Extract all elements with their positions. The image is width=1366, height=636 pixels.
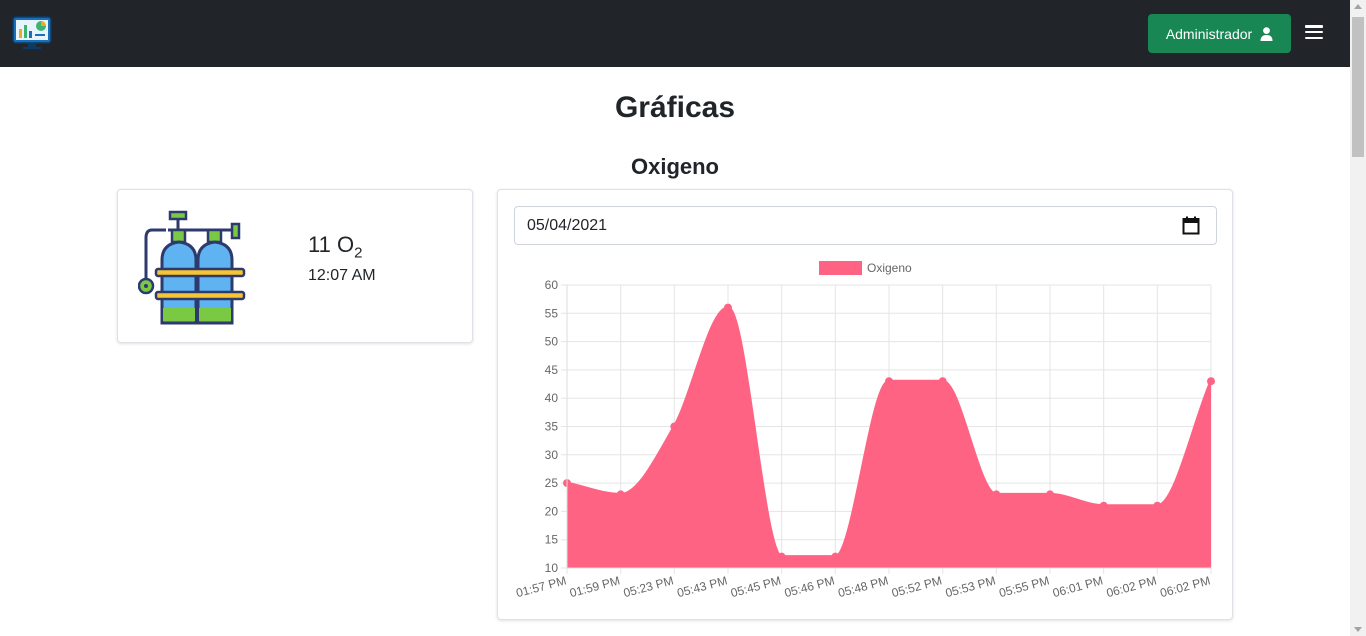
user-icon (1260, 26, 1273, 41)
data-point (992, 490, 1001, 499)
data-point (724, 303, 732, 312)
x-tick-label: 06:01 PM (1051, 573, 1104, 600)
x-tick-label: 05:48 PM (837, 573, 890, 600)
y-tick-label: 50 (545, 335, 559, 349)
data-point (831, 552, 840, 561)
y-tick-label: 10 (545, 561, 559, 575)
data-point (1153, 501, 1162, 510)
scroll-up-arrow-icon[interactable] (1354, 4, 1362, 9)
y-tick-label: 30 (545, 448, 559, 462)
reading-time: 12:07 AM (308, 267, 376, 284)
y-tick-label: 45 (545, 363, 559, 377)
data-point (938, 377, 947, 386)
administrator-button[interactable]: Administrador (1148, 14, 1291, 53)
oxygen-reading: 11 O2 (308, 232, 363, 262)
x-tick-label: 01:59 PM (568, 573, 621, 600)
y-tick-label: 40 (545, 391, 559, 405)
x-tick-label: 05:23 PM (622, 573, 675, 600)
y-tick-label: 20 (545, 504, 559, 518)
x-tick-label: 05:52 PM (890, 573, 943, 600)
legend-swatch (819, 261, 862, 275)
administrator-label: Administrador (1165, 25, 1253, 42)
data-point (616, 490, 625, 499)
data-point (1207, 377, 1215, 386)
oxygen-area-chart: 101520253035404550556001:57 PM 01:59 PM 05… (515, 261, 1215, 600)
scroll-down-arrow-icon[interactable] (1354, 627, 1362, 632)
oxygen-tank-icon (138, 210, 246, 325)
chart-card: 05/04/2021 10 15 20 25 30 35 40 45 50 55 60 01:57 P… (497, 189, 1233, 620)
x-tick-label: 01:57 PM (515, 573, 568, 600)
data-point (777, 552, 786, 561)
y-tick-label: 60 (545, 278, 559, 292)
x-tick-label: 05:53 PM (944, 573, 997, 600)
x-tick-label: 06:02 PM (1105, 573, 1158, 600)
x-tick-label: 06:02 PM (1159, 573, 1212, 600)
chart-monitor-icon[interactable] (12, 15, 52, 51)
navbar: Administrador (0, 0, 1350, 67)
y-tick-label: 55 (545, 306, 559, 320)
hamburger-menu-icon[interactable] (1305, 25, 1323, 41)
y-tick-label: 35 (545, 420, 559, 434)
oxygen-status-card: 11 O2 12:07 AM (117, 189, 473, 343)
section-title: Oxigeno (630, 154, 719, 179)
x-tick-label: 05:45 PM (729, 573, 782, 600)
y-tick-label: 25 (545, 476, 559, 490)
x-tick-label: 05:43 PM (676, 573, 729, 600)
data-point (670, 422, 679, 431)
data-point (885, 377, 893, 386)
y-tick-label: 15 (545, 533, 559, 547)
data-point (1046, 490, 1054, 499)
page-title: Gráficas (614, 91, 736, 124)
x-tick-label: 05:55 PM (998, 573, 1051, 600)
legend-label: Oxigeno (867, 261, 912, 275)
scrollbar-thumb[interactable] (1352, 17, 1364, 157)
data-point (1099, 501, 1108, 510)
x-tick-label: 05:46 PM (783, 573, 836, 600)
